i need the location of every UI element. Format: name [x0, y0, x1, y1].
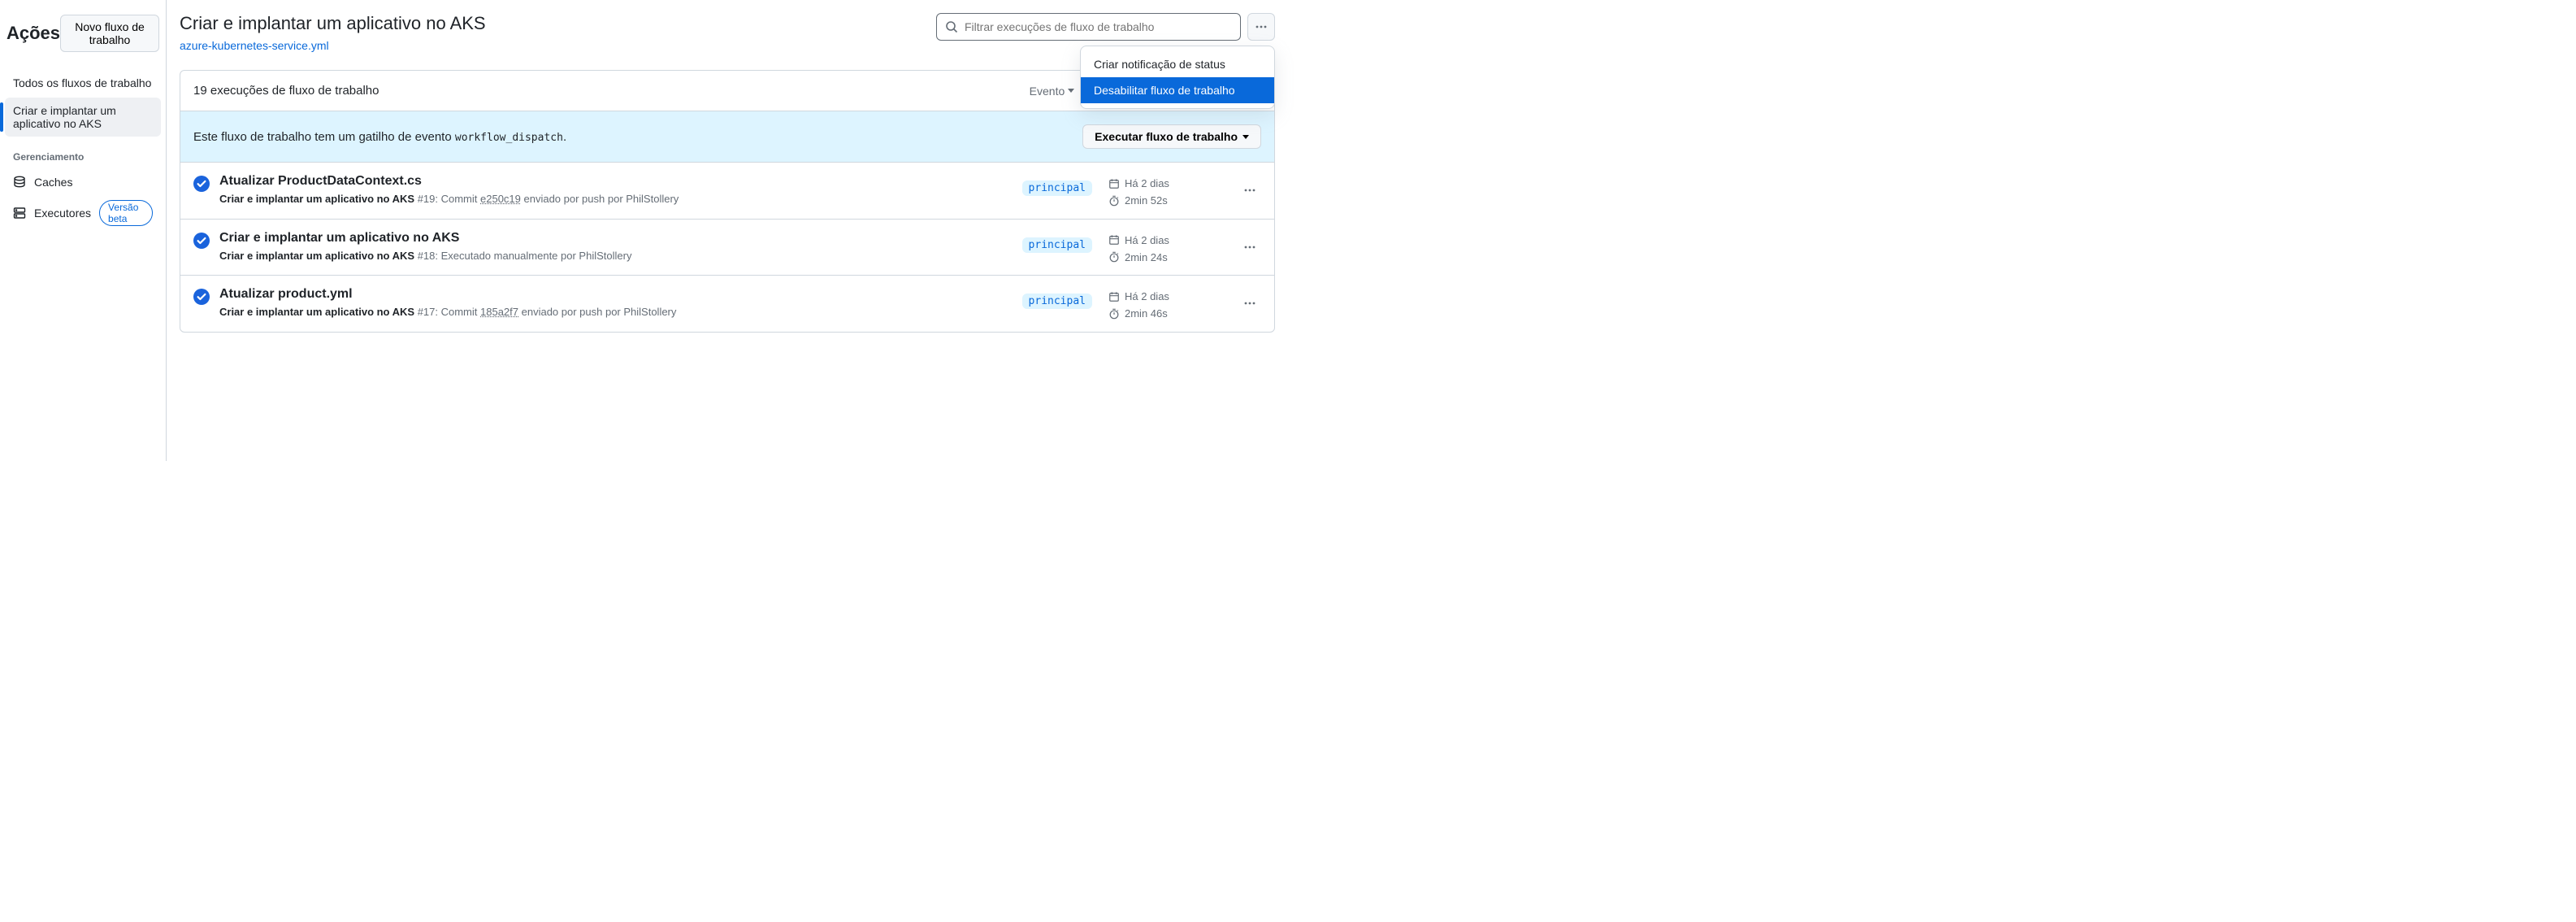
run-row: Criar e implantar um aplicativo no AKS C…	[180, 220, 1274, 276]
menu-item-disable-workflow[interactable]: Desabilitar fluxo de trabalho	[1081, 77, 1274, 103]
sidebar-item-all-workflows[interactable]: Todos os fluxos de trabalho	[5, 70, 161, 96]
database-icon	[13, 176, 26, 189]
runs-list: Atualizar ProductDataContext.cs Criar e …	[180, 163, 1274, 332]
run-row: Atualizar ProductDataContext.cs Criar e …	[180, 163, 1274, 220]
status-success-icon	[193, 233, 210, 249]
sidebar: Ações Novo fluxo de trabalho Todos os fl…	[0, 0, 167, 461]
main-content: Criar e implantar um aplicativo no AKS a…	[167, 0, 1288, 461]
caret-down-icon	[1242, 135, 1249, 139]
workflow-actions-menu: Criar notificação de status Desabilitar …	[1080, 46, 1275, 109]
server-icon	[13, 207, 26, 220]
run-meta: Criar e implantar um aplicativo no AKS #…	[219, 248, 1006, 264]
run-meta: Criar e implantar um aplicativo no AKS #…	[219, 191, 1006, 207]
run-title-link[interactable]: Atualizar product.yml	[219, 287, 1006, 302]
workflow-dispatch-banner: Este fluxo de trabalho tem um gatilho de…	[180, 111, 1274, 163]
stopwatch-icon	[1108, 308, 1120, 320]
search-input[interactable]	[965, 20, 1232, 33]
calendar-icon	[1108, 291, 1120, 302]
new-workflow-button[interactable]: Novo fluxo de trabalho	[60, 15, 159, 52]
stopwatch-icon	[1108, 195, 1120, 207]
run-relative-time: Há 2 dias	[1125, 234, 1169, 246]
search-icon	[945, 20, 958, 33]
run-duration: 2min 52s	[1125, 194, 1168, 207]
run-timing: Há 2 dias 2min 46s	[1108, 290, 1222, 320]
status-success-icon	[193, 289, 210, 305]
dispatch-text: Este fluxo de trabalho tem um gatilho de…	[193, 130, 566, 144]
run-meta: Criar e implantar um aplicativo no AKS #…	[219, 304, 1006, 320]
commit-link[interactable]: 185a2f7	[480, 306, 518, 318]
calendar-icon	[1108, 234, 1120, 246]
status-success-icon	[193, 176, 210, 192]
run-relative-time: Há 2 dias	[1125, 290, 1169, 302]
branch-badge[interactable]: principal	[1022, 294, 1092, 309]
run-kebab-button[interactable]	[1238, 179, 1261, 202]
sidebar-item-label: Caches	[34, 176, 72, 189]
menu-item-create-status-badge[interactable]: Criar notificação de status	[1081, 51, 1274, 77]
commit-link[interactable]: e250c19	[480, 193, 521, 205]
kebab-icon	[1243, 184, 1256, 197]
run-timing: Há 2 dias 2min 24s	[1108, 234, 1222, 263]
sidebar-header: Ações Novo fluxo de trabalho	[5, 15, 161, 70]
workflow-runs-box: 19 execuções de fluxo de trabalho Evento…	[180, 70, 1275, 333]
header-actions	[936, 13, 1275, 41]
sidebar-item-caches[interactable]: Caches	[5, 171, 161, 194]
kebab-icon	[1255, 20, 1268, 33]
page-title: Ações	[7, 23, 60, 44]
workflow-file-link[interactable]: azure-kubernetes-service.yml	[180, 39, 329, 52]
run-title-link[interactable]: Atualizar ProductDataContext.cs	[219, 174, 1006, 189]
run-duration: 2min 46s	[1125, 307, 1168, 320]
kebab-icon	[1243, 297, 1256, 310]
sidebar-item-active-workflow[interactable]: Criar e implantar um aplicativo no AKS	[5, 98, 161, 137]
run-title-link[interactable]: Criar e implantar um aplicativo no AKS	[219, 231, 1006, 246]
workflow-title: Criar e implantar um aplicativo no AKS	[180, 13, 486, 34]
run-duration: 2min 24s	[1125, 251, 1168, 263]
run-row: Atualizar product.yml Criar e implantar …	[180, 276, 1274, 332]
kebab-icon	[1243, 241, 1256, 254]
caret-down-icon	[1068, 89, 1074, 93]
beta-badge: Versão beta	[99, 200, 153, 226]
workflow-kebab-button[interactable]	[1247, 13, 1275, 41]
run-kebab-button[interactable]	[1238, 292, 1261, 315]
run-workflow-button[interactable]: Executar fluxo de trabalho	[1082, 124, 1261, 149]
filter-event[interactable]: Evento	[1030, 85, 1075, 98]
search-input-container[interactable]	[936, 13, 1241, 41]
run-relative-time: Há 2 dias	[1125, 177, 1169, 189]
run-kebab-button[interactable]	[1238, 236, 1261, 259]
branch-badge[interactable]: principal	[1022, 237, 1092, 253]
stopwatch-icon	[1108, 251, 1120, 263]
sidebar-item-label: Executores	[34, 207, 91, 220]
dispatch-trigger-name: workflow_dispatch	[455, 132, 563, 144]
run-timing: Há 2 dias 2min 52s	[1108, 177, 1222, 207]
branch-badge[interactable]: principal	[1022, 180, 1092, 196]
calendar-icon	[1108, 178, 1120, 189]
sidebar-item-runners[interactable]: Executores Versão beta	[5, 195, 161, 231]
sidebar-section-management: Gerenciamento	[5, 138, 161, 171]
runs-count: 19 execuções de fluxo de trabalho	[193, 84, 379, 98]
